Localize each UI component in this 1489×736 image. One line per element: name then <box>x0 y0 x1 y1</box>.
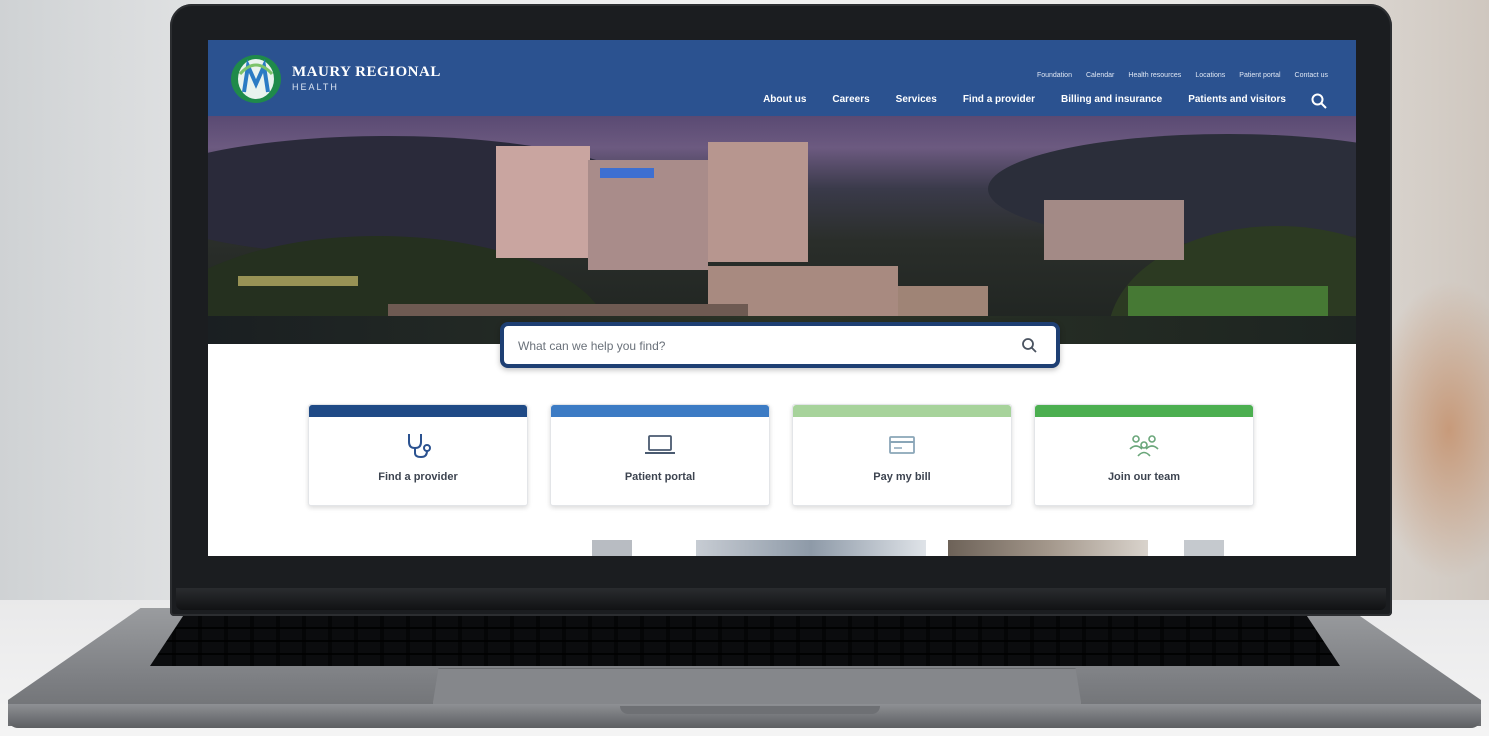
main-nav-services[interactable]: Services <box>896 94 937 105</box>
laptop-hinge <box>176 588 1386 610</box>
site-header: MAURY REGIONAL HEALTH Foundation Calenda… <box>208 40 1356 116</box>
content-thumbnail <box>948 540 1148 556</box>
search-icon[interactable] <box>1310 92 1328 110</box>
laptop-keyboard <box>150 612 1340 666</box>
logo-icon[interactable] <box>230 54 282 104</box>
card-accent-bar <box>793 405 1011 417</box>
bill-icon <box>889 436 915 454</box>
laptop-notch <box>620 706 880 714</box>
card-label: Join our team <box>1107 471 1181 483</box>
main-nav: About us Careers Services Find a provide… <box>763 94 1286 105</box>
utility-nav-calendar[interactable]: Calendar <box>1086 72 1114 79</box>
laptop-icon <box>645 435 675 454</box>
card-accent-bar <box>551 405 769 417</box>
card-accent-bar <box>1035 405 1253 417</box>
utility-nav: Foundation Calendar Health resources Loc… <box>1037 72 1328 79</box>
utility-nav-contact-us[interactable]: Contact us <box>1295 72 1328 79</box>
search-input[interactable] <box>518 336 988 356</box>
card-label: Patient portal <box>624 471 696 483</box>
team-icon <box>1129 435 1159 457</box>
card-label: Pay my bill <box>873 471 931 483</box>
utility-nav-foundation[interactable]: Foundation <box>1037 72 1072 79</box>
main-nav-billing[interactable]: Billing and insurance <box>1061 94 1162 105</box>
card-join-our-team[interactable]: Join our team <box>1034 404 1254 506</box>
card-patient-portal[interactable]: Patient portal <box>550 404 770 506</box>
laptop-trackpad <box>432 668 1082 708</box>
card-pay-my-bill[interactable]: Pay my bill <box>792 404 1012 506</box>
brand-subtitle: HEALTH <box>292 82 339 92</box>
utility-nav-locations[interactable]: Locations <box>1195 72 1225 79</box>
card-label: Find a provider <box>378 471 458 483</box>
main-nav-patients-visitors[interactable]: Patients and visitors <box>1188 94 1286 105</box>
main-nav-careers[interactable]: Careers <box>832 94 869 105</box>
search-icon[interactable] <box>1020 336 1040 356</box>
utility-nav-health-resources[interactable]: Health resources <box>1128 72 1181 79</box>
stethoscope-icon <box>408 434 431 459</box>
hero-campus-photo <box>208 116 1356 344</box>
brand-name[interactable]: MAURY REGIONAL <box>292 64 441 81</box>
main-nav-about-us[interactable]: About us <box>763 94 806 105</box>
quick-links: Find a provider Patient portal Pay my bi… <box>308 404 1254 508</box>
content-thumbnail <box>592 540 632 556</box>
card-accent-bar <box>309 405 527 417</box>
card-find-a-provider[interactable]: Find a provider <box>308 404 528 506</box>
main-nav-find-a-provider[interactable]: Find a provider <box>963 94 1035 105</box>
content-thumbnail <box>1184 540 1224 556</box>
site-search-box <box>500 322 1060 368</box>
utility-nav-patient-portal[interactable]: Patient portal <box>1239 72 1280 79</box>
content-thumbnail <box>696 540 926 556</box>
laptop-screen: MAURY REGIONAL HEALTH Foundation Calenda… <box>208 40 1356 556</box>
